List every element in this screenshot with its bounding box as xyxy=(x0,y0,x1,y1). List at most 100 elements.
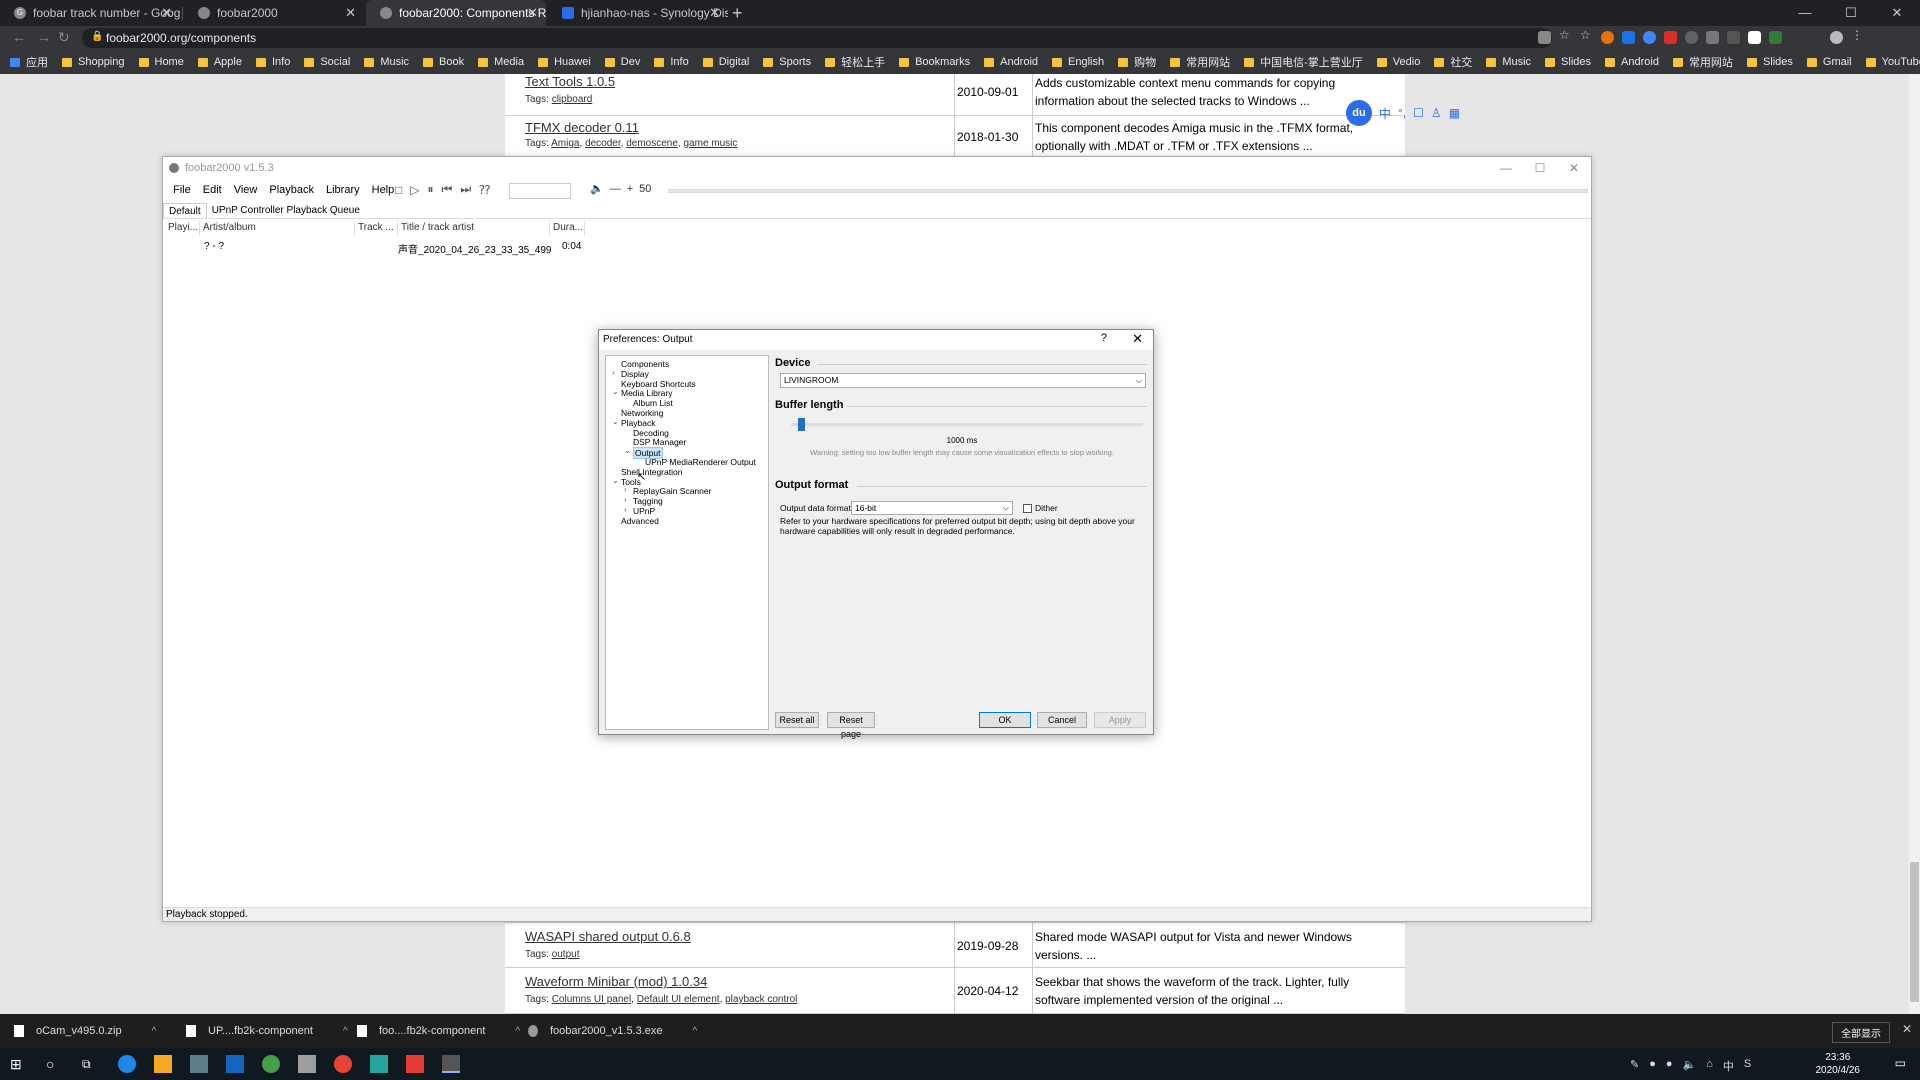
tree-item-dsp-manager[interactable]: DSP Manager xyxy=(633,437,686,447)
component-name-link[interactable]: TFMX decoder 0.11 xyxy=(525,120,639,135)
column-title[interactable]: Title / track artist xyxy=(398,222,550,235)
extension-orange-icon[interactable] xyxy=(1601,31,1614,44)
chevron-down-icon[interactable]: ⌄ xyxy=(612,387,619,396)
seek-bar[interactable] xyxy=(668,189,1588,193)
chevron-up-icon[interactable]: ^ xyxy=(152,1026,157,1037)
tree-item-keyboard-shortcuts[interactable]: Keyboard Shortcuts xyxy=(621,379,696,389)
bookmark-item[interactable]: Sports xyxy=(763,56,811,68)
bookmark-item[interactable]: English xyxy=(1052,56,1104,68)
tag-link[interactable]: Columns UI panel xyxy=(552,994,631,1005)
column-duration[interactable]: Dura... xyxy=(550,222,585,235)
extension-white-icon[interactable] xyxy=(1748,31,1761,44)
close-icon[interactable]: ✕ xyxy=(709,5,720,21)
tag-link[interactable]: Default UI element xyxy=(637,994,720,1005)
tray-green-icon[interactable]: ● xyxy=(1666,1058,1673,1074)
tree-item-display[interactable]: Display xyxy=(621,369,649,379)
close-icon[interactable]: ✕ xyxy=(1557,157,1591,179)
help-icon[interactable]: ? xyxy=(1101,332,1107,344)
bookmark-item[interactable]: Vedio xyxy=(1376,56,1420,68)
bookmark-item[interactable]: Media xyxy=(478,56,524,68)
extension-blue-icon[interactable] xyxy=(1643,31,1656,44)
chevron-down-icon[interactable]: ⌄ xyxy=(624,446,631,455)
dither-checkbox[interactable]: Dither xyxy=(1023,503,1058,513)
bookmark-item[interactable]: 购物 xyxy=(1118,54,1156,70)
bookmark-item[interactable]: Slides xyxy=(1746,56,1793,68)
chevron-right-icon[interactable]: › xyxy=(624,505,627,514)
tree-item-replaygain-scanner[interactable]: ReplayGain Scanner xyxy=(633,486,711,496)
extension-gray-icon[interactable] xyxy=(1685,31,1698,44)
network-icon[interactable]: ⌂ xyxy=(1706,1058,1713,1074)
explorer-icon[interactable] xyxy=(154,1055,172,1073)
tag-link[interactable]: output xyxy=(552,949,580,960)
cancel-button[interactable]: Cancel xyxy=(1037,712,1087,728)
close-icon[interactable]: ✕ xyxy=(161,5,172,21)
bookmark-item[interactable]: Digital xyxy=(702,56,749,68)
buffer-slider-thumb[interactable] xyxy=(798,418,805,431)
new-tab-button[interactable]: + xyxy=(732,3,743,23)
bookmark-item[interactable]: Dev xyxy=(604,56,640,68)
buffer-slider-track[interactable] xyxy=(791,423,1143,426)
store-icon[interactable] xyxy=(190,1055,208,1073)
tag-link[interactable]: decoder xyxy=(585,138,621,149)
bookmark-item[interactable]: Music xyxy=(364,56,409,68)
tag-link[interactable]: Amiga xyxy=(551,138,579,149)
bookmark-item[interactable]: 社交 xyxy=(1434,54,1472,70)
tag-link[interactable]: demoscene xyxy=(626,138,678,149)
tag-link[interactable]: game music xyxy=(683,138,737,149)
mail-icon[interactable] xyxy=(226,1055,244,1073)
chevron-up-icon[interactable]: ^ xyxy=(515,1026,520,1037)
maximize-icon[interactable]: ☐ xyxy=(1828,0,1874,26)
foobar-taskbar-icon[interactable] xyxy=(442,1055,460,1073)
tree-item-tagging[interactable]: Tagging xyxy=(633,496,663,506)
maximize-icon[interactable]: ☐ xyxy=(1523,157,1557,179)
close-icon[interactable]: ✕ xyxy=(527,5,538,21)
random-icon[interactable]: ⁇ xyxy=(479,183,490,197)
tree-item-playback[interactable]: Playback xyxy=(621,418,656,428)
edge-icon[interactable] xyxy=(118,1055,136,1073)
tab-foobar2000[interactable]: foobar2000 ✕ xyxy=(184,0,364,26)
punctuation-icon[interactable]: °, xyxy=(1398,106,1406,120)
minimize-icon[interactable]: — xyxy=(1782,0,1828,26)
star-icon[interactable]: ☆ xyxy=(1559,28,1572,42)
pause-icon[interactable]: ⏸ xyxy=(427,182,433,197)
tree-item-media-library[interactable]: Media Library xyxy=(621,388,673,398)
speaker-icon[interactable]: 🔈 xyxy=(590,182,604,195)
tab-google-search[interactable]: Gfoobar track number - Google ✕ xyxy=(0,0,180,26)
bookmark-item[interactable]: 常用网站 xyxy=(1672,54,1733,70)
bookmark-item[interactable]: Book xyxy=(423,56,464,68)
shield-icon[interactable] xyxy=(1706,31,1719,44)
column-artist-album[interactable]: Artist/album xyxy=(200,222,355,235)
bookmark-item[interactable]: Huawei xyxy=(538,56,591,68)
column-playing[interactable]: Playi... xyxy=(165,222,200,235)
profile-avatar-icon[interactable] xyxy=(1830,31,1843,44)
ok-button[interactable]: OK xyxy=(979,712,1031,728)
reset-all-button[interactable]: Reset all xyxy=(775,712,819,728)
tree-item-album-list[interactable]: Album List xyxy=(633,398,673,408)
close-icon[interactable]: ✕ xyxy=(345,5,356,21)
close-icon[interactable]: ✕ xyxy=(1874,0,1920,26)
extension-red-icon[interactable] xyxy=(1664,31,1677,44)
bookmark-item[interactable]: Info xyxy=(654,56,689,68)
pen-icon[interactable]: ✎ xyxy=(1630,1058,1639,1074)
bookmark-item[interactable]: Bookmarks xyxy=(899,56,970,68)
task-view-icon[interactable]: ⧉ xyxy=(82,1055,100,1073)
menu-library[interactable]: Library xyxy=(326,184,360,196)
tab-upnp-queue[interactable]: UPnP Controller Playback Queue xyxy=(207,203,365,218)
bookmark-item[interactable]: 应用 xyxy=(10,54,48,70)
bookmark-item[interactable]: Apple xyxy=(197,56,242,68)
tree-item-decoding[interactable]: Decoding xyxy=(633,428,669,438)
stop-icon[interactable]: □ xyxy=(395,183,402,197)
bookmark-star-icon[interactable]: ☆ xyxy=(1580,28,1593,42)
grid-menu-icon[interactable]: ▦ xyxy=(1449,106,1460,120)
play-icon[interactable]: ▷ xyxy=(410,183,419,197)
tab-synology[interactable]: hjianhao-nas - Synology Disk ✕ xyxy=(548,0,728,26)
download-item[interactable]: foobar2000_v1.5.3.exe ^ xyxy=(528,1014,697,1048)
menu-icon[interactable]: ⋮ xyxy=(1851,28,1864,42)
previous-icon[interactable]: ⏮ xyxy=(442,182,453,197)
apply-button[interactable]: Apply xyxy=(1094,712,1146,728)
volume-icon[interactable]: 🔈 xyxy=(1683,1058,1697,1074)
download-item[interactable]: foo....fb2k-component ^ xyxy=(357,1014,520,1048)
menu-file[interactable]: File xyxy=(173,184,191,196)
checkbox-box[interactable] xyxy=(1023,503,1032,513)
next-icon[interactable]: ⏭ xyxy=(460,182,471,197)
